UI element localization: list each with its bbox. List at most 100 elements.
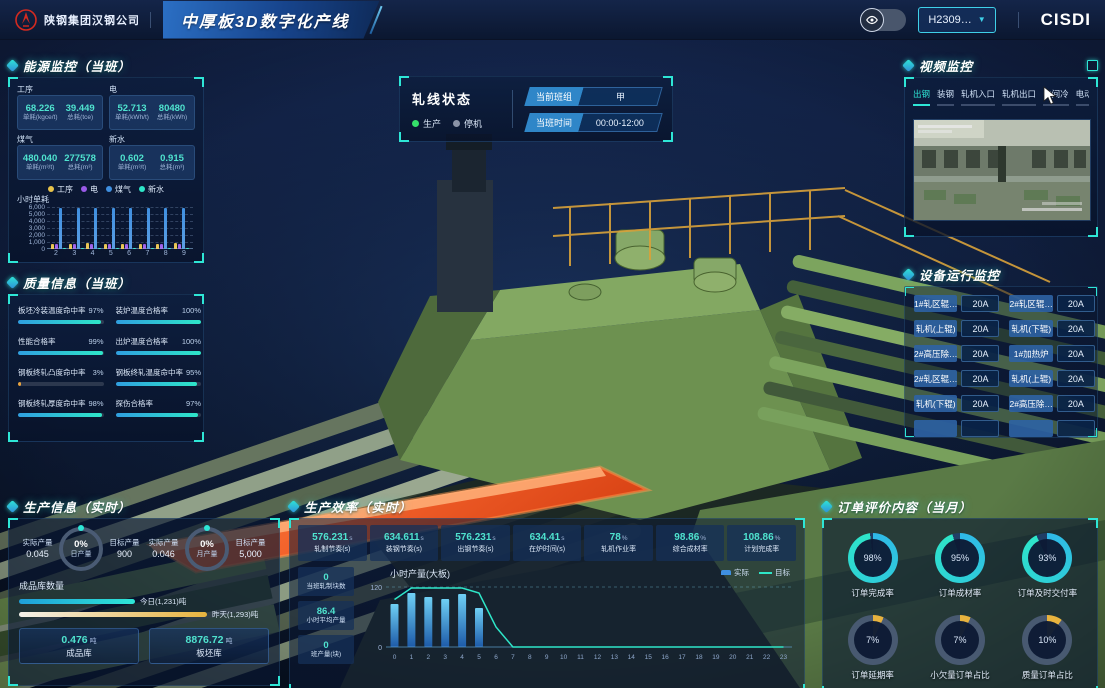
quality-metric-value: 3% [93,368,104,377]
stat-label: 综合成材率 [673,545,708,554]
expand-icon[interactable] [1087,60,1098,71]
order-donut: 7% [848,615,898,665]
energy-card-values: 68.226单耗(kgce/t)39.449总耗(tce) [17,95,103,130]
header-divider [1018,12,1019,28]
equipment-value-chip: 20A [1057,395,1095,412]
quality-metric-label: 钢板终轧温度命中率 [116,367,184,378]
bar [98,248,101,249]
energy-card: 工序68.226单耗(kgce/t)39.449总耗(tce) [17,85,103,130]
bar [73,244,76,249]
svg-text:7: 7 [511,654,515,661]
panel-title-text: 能源监控（当班） [23,56,131,75]
donut-percent: 0% [74,540,88,550]
stat-value: 576.231s [455,532,495,545]
legend-item: 工序 [48,184,73,195]
progress-fill [116,413,199,417]
energy-value-label: 单耗(m³/t) [115,164,149,172]
quality-metric-top: 钢板终轧凸度命中率3% [18,367,104,378]
energy-hourly-bar-chart: 6,0005,0004,0003,0002,0001,0000 [17,207,195,249]
svg-text:13: 13 [611,654,619,661]
panel-quality-info: 质量信息（当班） 板坯冷装温度命中率97%装炉温度合格率100%性能合格率99%… [8,274,204,442]
cctv-video-thumbnail[interactable] [913,119,1091,221]
svg-text:2: 2 [426,654,430,661]
order-gauge-label: 订单成材率 [939,587,982,599]
video-tab-中间冷[interactable]: 中间冷 [1043,88,1069,106]
panel-line-status: 轧线状态 生产停机 当前班组甲当班时间00:00-12:00 [399,76,673,142]
video-tab-出钢[interactable]: 出钢 [913,88,930,106]
chevron-down-icon: ▼ [978,15,986,24]
order-donut-value: 93% [1022,533,1072,583]
energy-value-col: 480.040单耗(m³/t) [23,153,57,172]
chart-legend: 实际目标 [721,567,790,578]
energy-card: 电52.713单耗(kWh/t)80480总耗(kWh) [109,85,195,130]
donut-name: 月产量 [197,550,218,559]
bar [139,244,142,249]
target-output-label: 目标产量 [106,538,143,547]
bar-group [69,208,84,249]
panel-title-text: 生产信息（实时） [23,497,131,516]
video-tab-轧机入口[interactable]: 轧机入口 [961,88,995,106]
video-tab-装钢[interactable]: 装钢 [937,88,954,106]
equipment-value-chip: 20A [961,320,999,337]
heat-selector-dropdown[interactable]: H2309… ▼ [918,7,995,33]
quality-metric-label: 探伤合格率 [116,398,154,409]
bar [94,208,97,249]
equipment-item: 2#轧区辊…20A [1009,295,1094,312]
page-title: 中厚板3D数字化产线 [163,1,379,39]
production-donut: 0%月产量 [185,527,229,571]
video-tab-轧机出口[interactable]: 轧机出口 [1002,88,1036,106]
efficiency-stat-chip: 634.41s在炉时间(s) [513,525,582,561]
progress-track [116,351,202,355]
equipment-name-chip: 轧机(下辊) [1009,320,1052,337]
quality-metric: 性能合格率99% [18,336,104,355]
line-status-legend: 生产停机 [412,117,512,130]
order-gauge-label: 订单延期率 [851,669,894,681]
svg-text:22: 22 [763,654,771,661]
energy-value: 39.449 [63,103,97,114]
panel-corner-bracket [795,684,805,688]
order-gauge-label: 小欠量订单占比 [930,669,990,681]
svg-text:14: 14 [628,654,636,661]
equipment-item [1009,420,1094,437]
target-output-value: 5,000 [232,549,269,560]
warehouse-unit: 吨 [225,638,232,645]
svg-text:0: 0 [393,654,397,661]
energy-value-col: 39.449总耗(tce) [63,103,97,122]
panel-title: 视频监控 [904,57,1098,73]
side-stat-label: 小时平均产量 [307,617,346,625]
warehouse-box: 0.476吨成品库 [19,628,139,664]
equipment-value-chip: 20A [1057,320,1095,337]
equipment-name-chip: 2#高压除… [1009,395,1052,412]
efficiency-stat-row: 576.231s轧制节奏(s)634.611s装钢节奏(s)576.231s出钢… [298,525,796,561]
production-gauge-group: 实际产量0.0460%月产量目标产量5,000 [145,527,269,571]
y-tick-label: 1,000 [19,239,45,246]
panel-corner-bracket [904,227,914,237]
quality-metric-top: 钢板终轧厚度命中率98% [18,398,104,409]
stock-bar-label: 昨天(1,293)吨 [212,609,258,620]
panel-corner-bracket [1088,227,1098,237]
status-dot-icon [412,120,419,127]
panel-corner-bracket [904,77,914,87]
panel-corner-bracket [8,518,18,528]
progress-fill [116,320,202,324]
diamond-icon [6,276,19,289]
quality-metric-top: 性能合格率99% [18,336,104,347]
legend-label: 煤气 [115,184,131,195]
y-tick-label: 3,000 [19,225,45,232]
energy-value-col: 0.915总耗(m³) [155,153,189,172]
quality-metric-top: 探伤合格率97% [116,398,202,409]
order-gauges-grid: 98%订单完成率95%订单成材率93%订单及时交付率7%订单延期率7%小欠量订单… [822,518,1098,688]
stock-bar-row: 今日(1,231)吨 [19,596,269,606]
status-dot-icon [453,120,460,127]
equipment-value-chip: 20A [1057,345,1095,362]
video-tab-电动辊[interactable]: 电动辊 [1076,88,1089,106]
bar-group [104,208,119,249]
energy-value: 0.915 [155,153,189,164]
stat-unit: % [622,535,628,542]
equipment-value-chip: 20A [961,370,999,387]
bar [108,244,111,249]
y-tick-label: 2,000 [19,232,45,239]
visibility-toggle[interactable] [860,9,906,31]
donut-name: 日产量 [71,550,92,559]
panel-equipment-monitoring: 设备运行监控 1#轧区辊…20A2#轧区辊…20A轧机(上辊)20A轧机(下辊)… [904,266,1098,438]
